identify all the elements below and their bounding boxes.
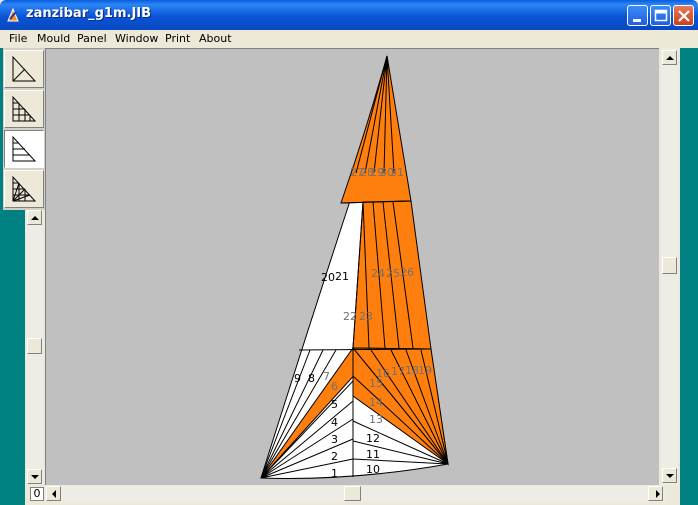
panel-label-5: 5	[331, 398, 338, 411]
panel-label-19: 19	[418, 364, 432, 377]
panel-label-25: 25	[386, 267, 400, 280]
left-vertical-scrollbar[interactable]	[26, 210, 43, 485]
sail-drawing: 1 2 3 4 5 10 11 12 9 8 20 21 7 6 13 14 1…	[260, 55, 449, 480]
panel-label-22: 22	[343, 310, 357, 323]
menu-mould[interactable]: Mould	[37, 32, 70, 45]
sail-mesh-icon	[12, 175, 37, 202]
panel-label-21: 21	[335, 270, 349, 283]
panel-label-18: 18	[405, 364, 419, 377]
sail-canvas[interactable]: 1 2 3 4 5 10 11 12 9 8 20 21 7 6 13 14 1…	[45, 48, 659, 485]
panel-label-9: 9	[294, 372, 301, 385]
right-vertical-scrollbar[interactable]	[661, 48, 678, 485]
panel-label-17: 17	[391, 365, 405, 378]
panel-label-4: 4	[331, 416, 338, 429]
scroll-down-button-left[interactable]	[27, 469, 42, 484]
menu-window[interactable]: Window	[115, 32, 158, 45]
horizontal-scrollbar[interactable]	[45, 486, 665, 502]
scroll-up-button-right[interactable]	[662, 50, 677, 65]
scroll-thumb-left[interactable]	[27, 338, 42, 354]
arrow-left-icon	[52, 490, 56, 498]
panel-label-16: 16	[376, 367, 390, 380]
panel-label-31: 31	[390, 166, 404, 179]
panel-label-1: 1	[331, 467, 338, 480]
sail-outline-tool[interactable]	[4, 50, 44, 88]
head-panel-orange	[340, 55, 412, 204]
close-icon	[678, 10, 690, 22]
app-window: zanzibar_g1m.JIB File Mould Panel Window…	[0, 0, 698, 505]
sail-grid-tool[interactable]	[4, 90, 44, 128]
panel-label-26: 26	[400, 266, 414, 279]
sail-horizontal-panels-icon	[12, 135, 37, 162]
scroll-left-button[interactable]	[46, 486, 61, 501]
panel-label-10: 10	[366, 463, 380, 476]
sail-grid-icon	[12, 95, 37, 122]
panel-label-12: 12	[366, 432, 380, 445]
mdi-background-right	[680, 48, 698, 505]
panel-label-2: 2	[331, 450, 338, 463]
minimize-button[interactable]	[627, 5, 648, 26]
menu-about[interactable]: About	[199, 32, 232, 45]
arrow-down-icon	[31, 475, 39, 479]
panel-label-24: 24	[371, 267, 385, 280]
panel-label-7: 7	[323, 370, 330, 383]
scroll-thumb-horizontal[interactable]	[344, 486, 361, 501]
sail-horizontal-panels-tool[interactable]	[4, 130, 44, 168]
menu-print[interactable]: Print	[165, 32, 190, 45]
tool-panel	[3, 48, 45, 210]
sail-mesh-tool[interactable]	[4, 170, 44, 208]
maximize-icon	[654, 9, 668, 22]
arrow-right-icon	[656, 490, 660, 498]
panel-label-11: 11	[366, 448, 380, 461]
panel-label-14: 14	[369, 396, 383, 409]
scroll-down-button-right[interactable]	[662, 468, 677, 483]
mdi-background-left-lower	[3, 210, 25, 505]
app-icon	[7, 7, 19, 22]
panel-label-13: 13	[369, 413, 383, 426]
scroll-right-button[interactable]	[648, 486, 663, 501]
scroll-zero-label: 0	[30, 487, 44, 501]
arrow-up-icon	[666, 56, 674, 60]
panel-label-3: 3	[331, 433, 338, 446]
panel-label-8: 8	[308, 372, 315, 385]
maximize-button[interactable]	[650, 5, 671, 26]
scroll-thumb-right[interactable]	[662, 257, 677, 274]
arrow-up-icon	[31, 216, 39, 220]
scroll-up-button-left[interactable]	[27, 210, 42, 225]
menu-bar: File Mould Panel Window Print About	[0, 30, 698, 48]
panel-label-20: 20	[321, 271, 335, 284]
sail-outline-icon	[12, 55, 37, 82]
title-bar[interactable]: zanzibar_g1m.JIB	[0, 0, 698, 30]
panel-label-6: 6	[331, 380, 338, 393]
arrow-down-icon	[666, 474, 674, 478]
close-button[interactable]	[673, 5, 694, 26]
window-title: zanzibar_g1m.JIB	[26, 6, 152, 21]
menu-file[interactable]: File	[9, 32, 27, 45]
panel-label-23: 23	[359, 310, 373, 323]
menu-panel[interactable]: Panel	[77, 32, 107, 45]
minimize-icon	[633, 19, 641, 22]
